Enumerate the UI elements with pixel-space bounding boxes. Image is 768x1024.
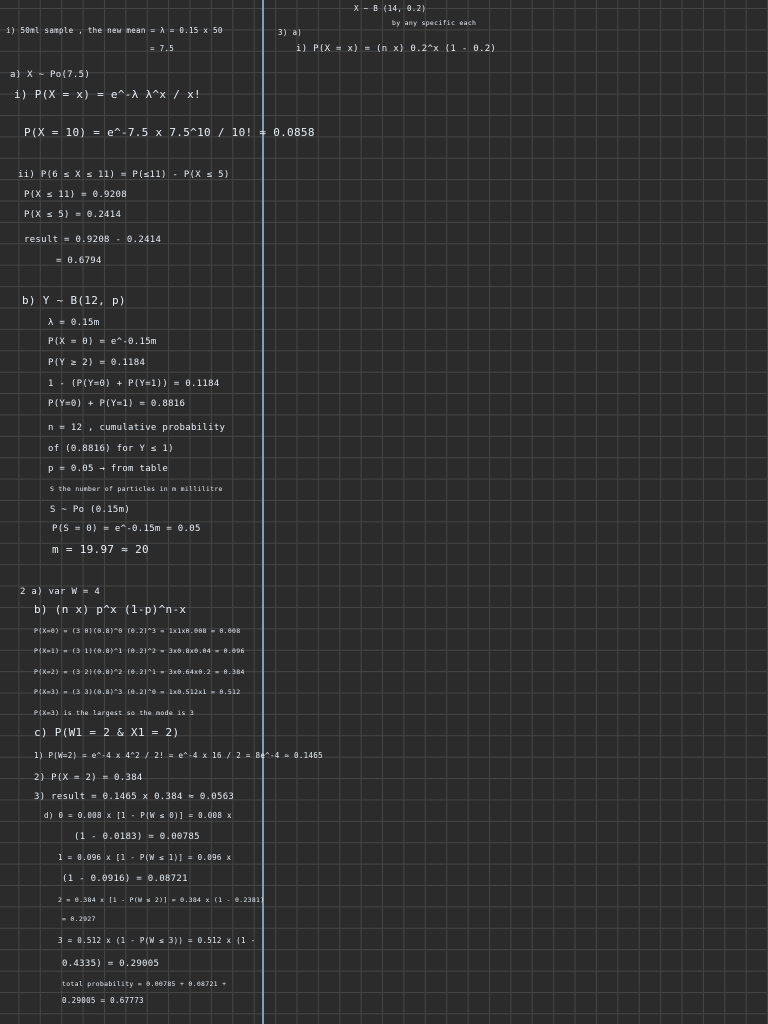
- column-divider-line: [262, 0, 264, 1024]
- left-column: i) 50ml sample , the new mean = λ = 0.15…: [0, 0, 323, 1024]
- note-line: ii) P(6 ≤ X ≤ 11) = P(≤11) - P(X ≤ 5): [18, 170, 230, 180]
- note-line: P(Y=0) + P(Y=1) = 0.8816: [48, 399, 186, 409]
- note-line: = 7.5: [150, 44, 175, 53]
- note-line: = 0.2927: [62, 915, 96, 923]
- note-line: b) (n x) p^x (1-p)^n-x: [34, 603, 187, 616]
- note-line: 2 a) var W = 4: [20, 587, 101, 597]
- note-line: b) Y ~ B(12, p): [22, 294, 126, 307]
- note-line: a) X ~ Po(7.5): [10, 70, 91, 80]
- note-line: S ~ Po (0.15m): [50, 505, 131, 515]
- note-line: p = 0.05 → from table: [48, 464, 169, 474]
- note-line: S the number of particles in m millilitr…: [50, 485, 223, 493]
- note-line: 1 = 0.096 x [1 - P(W ≤ 1)] = 0.096 x: [58, 853, 232, 862]
- note-line: total probability = 0.00785 + 0.08721 +: [62, 980, 227, 988]
- right-column: X ~ B (14, 0.2) by any specific each 3) …: [266, 0, 768, 1024]
- note-line: λ = 0.15m: [48, 318, 100, 328]
- note-line: 1 - (P(Y=0) + P(Y=1)) = 0.1184: [48, 379, 220, 389]
- note-line: i) P(X = x) = (n x) 0.2^x (1 - 0.2): [296, 44, 497, 54]
- note-line: (1 - 0.0183) = 0.00785: [74, 832, 200, 842]
- note-line: P(X=3) = (3 3)(0.8)^3 (0.2)^0 = 1x0.512x…: [34, 688, 241, 696]
- note-line: P(S = 0) = e^-0.15m = 0.05: [52, 524, 201, 534]
- note-line: 0.4335) = 0.29005: [62, 959, 160, 969]
- note-line: 3) result = 0.1465 x 0.384 ≈ 0.0563: [34, 792, 235, 802]
- notebook-page: i) 50ml sample , the new mean = λ = 0.15…: [0, 0, 768, 1024]
- note-line: P(X ≤ 11) = 0.9208: [24, 190, 127, 200]
- note-line: 3) a): [278, 28, 303, 37]
- note-line: i) P(X = x) = e^-λ λ^x / x!: [14, 88, 201, 101]
- note-line: P(X=1) = (3 1)(0.8)^1 (0.2)^2 = 3x0.8x0.…: [34, 647, 245, 655]
- note-line: 3 = 0.512 x (1 - P(W ≤ 3)) = 0.512 x (1 …: [58, 936, 256, 945]
- note-line: of (0.8816) for Y ≤ 1): [48, 444, 174, 454]
- note-line: P(X=0) = (3 0)(0.8)^0 (0.2)^3 = 1x1x0.00…: [34, 627, 241, 635]
- note-line: P(X=3) is the largest so the mode is 3: [34, 709, 195, 717]
- note-line: m = 19.97 ≈ 20: [52, 543, 149, 556]
- note-line: 0.29005 = 0.67773: [62, 996, 144, 1005]
- note-line: by any specific each: [392, 19, 477, 27]
- note-line: = 0.6794: [56, 256, 102, 266]
- note-line: X ~ B (14, 0.2): [354, 4, 427, 13]
- note-line: c) P(W1 = 2 & X1 = 2): [34, 726, 180, 739]
- note-line: P(Y ≥ 2) = 0.1184: [48, 358, 146, 368]
- note-line: d) 0 = 0.008 x [1 - P(W ≤ 0)] = 0.008 x: [44, 811, 232, 820]
- note-line: 2 = 0.384 x [1 - P(W ≤ 2)] = 0.384 x (1 …: [58, 896, 265, 904]
- note-line: P(X = 0) = e^-0.15m: [48, 337, 157, 347]
- note-line: result = 0.9208 - 0.2414: [24, 235, 162, 245]
- note-line: 2) P(X = 2) = 0.384: [34, 773, 143, 783]
- note-line: (1 - 0.0916) = 0.08721: [62, 874, 188, 884]
- note-line: P(X=2) = (3 2)(0.8)^2 (0.2)^1 = 3x0.64x0…: [34, 668, 245, 676]
- note-line: n = 12 , cumulative probability: [48, 423, 226, 433]
- note-line: i) 50ml sample , the new mean = λ = 0.15…: [6, 26, 223, 35]
- note-line: P(X ≤ 5) = 0.2414: [24, 210, 122, 220]
